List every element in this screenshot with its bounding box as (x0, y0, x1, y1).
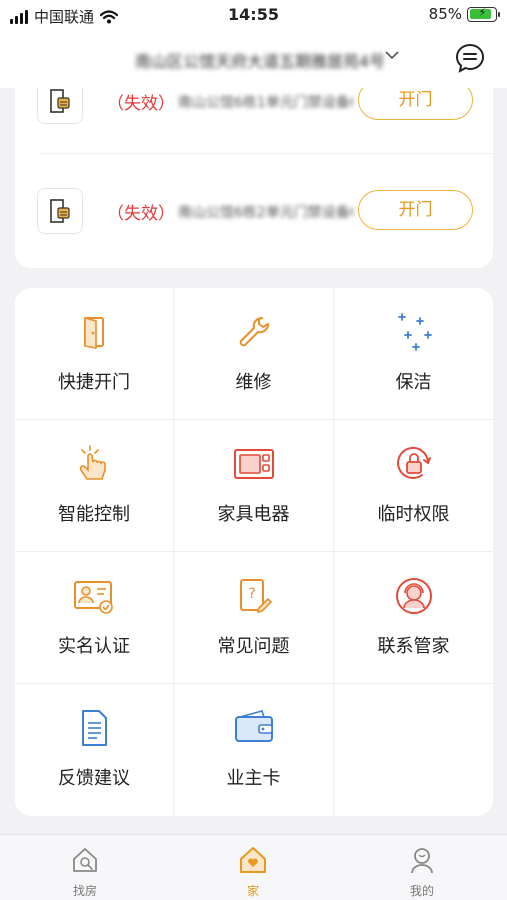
svg-text:?: ? (248, 586, 255, 602)
question-doc-icon: ? (239, 579, 272, 614)
house-search-icon (73, 848, 97, 872)
service-label: 实名认证 (58, 636, 130, 657)
service-smart-control[interactable]: 智能控制 (15, 420, 174, 552)
wallet-card-icon (234, 710, 273, 742)
service-contact-butler[interactable]: 联系管家 (334, 552, 493, 684)
home-heart-icon (240, 847, 266, 873)
tab-home[interactable]: 家 (208, 835, 298, 900)
service-label: 业主卡 (226, 768, 281, 789)
service-temp-permission[interactable]: 临时权限 (334, 420, 493, 552)
community-title[interactable]: 南山区公馆天府大道五期雅居苑4号楼 (135, 48, 385, 70)
service-label: 联系管家 (377, 636, 450, 657)
chevron-down-icon[interactable] (384, 46, 400, 65)
tab-mine[interactable]: 我的 (377, 835, 467, 900)
id-card-icon (74, 581, 113, 614)
service-cleaning[interactable]: 保洁 (334, 288, 493, 420)
door-name: 南山公馆6栋2单元门禁设备02 (178, 205, 353, 220)
door-device-icon (37, 188, 83, 234)
service-faq[interactable]: ? 常见问题 (174, 552, 334, 684)
service-label: 常见问题 (217, 636, 290, 657)
butler-icon (395, 578, 432, 614)
status-right: 85% ⚡ (428, 5, 500, 23)
battery-percent: 85% (428, 5, 462, 23)
door-icon (84, 316, 104, 349)
service-empty-slot (334, 684, 493, 816)
microwave-icon (233, 449, 274, 479)
battery-icon: ⚡ (467, 6, 500, 22)
wrench-icon (239, 317, 269, 347)
service-label: 临时权限 (377, 504, 450, 525)
tab-label: 家 (246, 884, 259, 898)
lock-refresh-icon (396, 446, 431, 479)
header: 南山区公馆天府大道五期雅居苑4号楼 (0, 32, 507, 88)
service-appliances[interactable]: 家具电器 (174, 420, 334, 552)
door-name: 南山公馆6栋1单元门禁设备01 (178, 95, 353, 110)
status-bar: 中国联通 14:55 85% ⚡ (0, 0, 507, 32)
service-grid: 快捷开门 维修 保洁 智能控制 家具电器 临时权限 实名认证 ? 常见问题 联系… (15, 288, 493, 816)
door-status-label: （失效） (107, 204, 175, 224)
feedback-doc-icon (82, 710, 107, 746)
tab-label: 我的 (409, 884, 434, 898)
service-repair[interactable]: 维修 (174, 288, 334, 420)
door-list-card: （失效） 南山公馆6栋1单元门禁设备01 开门 （失效） 南山公馆6栋2单元门禁… (15, 60, 493, 268)
door-row: （失效） 南山公馆6栋2单元门禁设备02 开门 (15, 182, 493, 242)
open-door-button[interactable]: 开门 (358, 190, 473, 230)
divider (40, 153, 493, 154)
service-label: 维修 (235, 372, 272, 393)
tab-bar: 找房 家 我的 (0, 834, 507, 900)
service-real-name[interactable]: 实名认证 (15, 552, 174, 684)
service-label: 智能控制 (58, 504, 130, 525)
chat-bubble-icon[interactable] (454, 42, 486, 74)
sparkle-icon (397, 313, 432, 351)
person-icon (411, 848, 433, 874)
service-label: 保洁 (395, 372, 432, 393)
tab-label: 找房 (72, 884, 97, 898)
service-feedback[interactable]: 反馈建议 (15, 684, 174, 816)
door-status-label: （失效） (107, 94, 175, 114)
service-label: 家具电器 (217, 504, 290, 525)
tap-hand-icon (79, 445, 106, 480)
service-label: 反馈建议 (58, 768, 130, 789)
tab-find-house[interactable]: 找房 (40, 835, 130, 900)
service-owner-card[interactable]: 业主卡 (174, 684, 334, 816)
top-bar: 中国联通 14:55 85% ⚡ 南山区公馆天府大道五期雅居苑4号楼 (0, 0, 507, 88)
service-label: 快捷开门 (58, 372, 130, 393)
service-quick-open[interactable]: 快捷开门 (15, 288, 174, 420)
